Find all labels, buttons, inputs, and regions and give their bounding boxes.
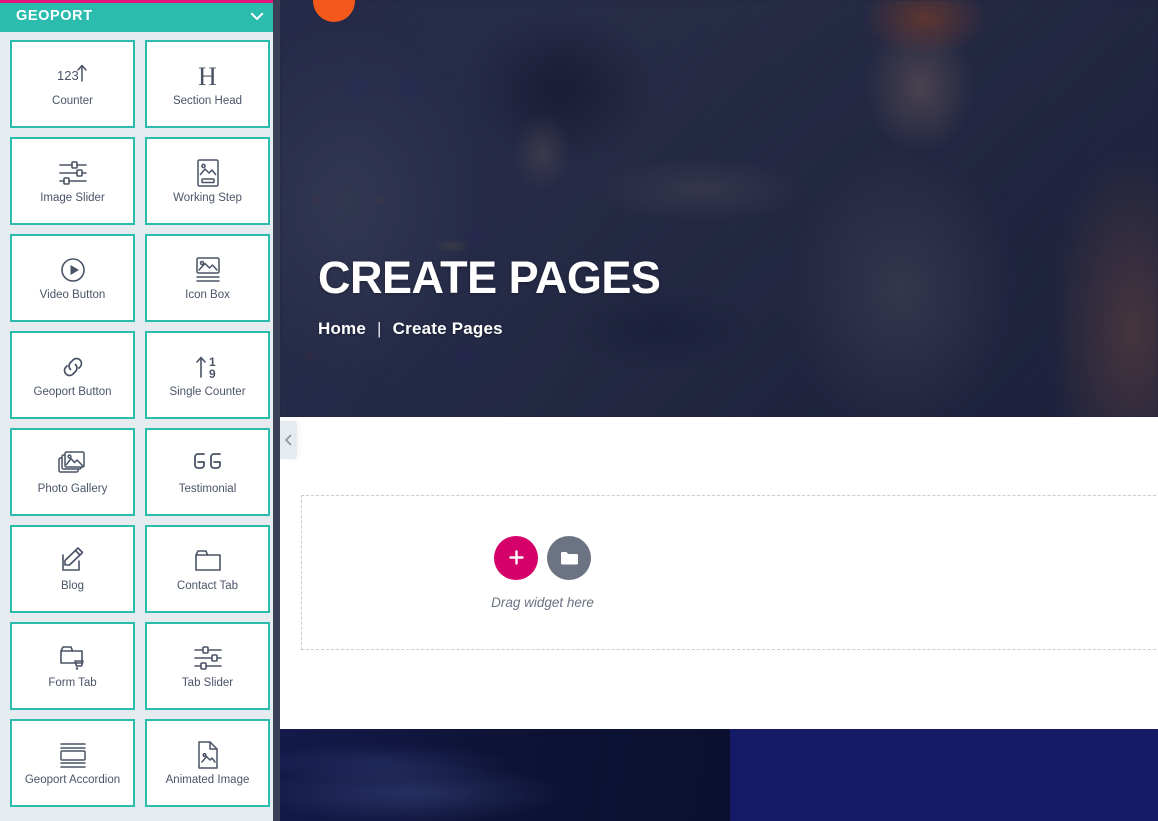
sliders-icon: [193, 641, 223, 675]
widget-tile-contact-tab[interactable]: Contact Tab: [145, 525, 270, 613]
widget-label: Icon Box: [185, 289, 230, 302]
document-image-icon: [195, 738, 221, 772]
folder-tab-icon: [193, 544, 223, 578]
panel-collapse-handle[interactable]: [280, 421, 297, 459]
widget-tile-tab-slider[interactable]: Tab Slider: [145, 622, 270, 710]
widget-label: Image Slider: [40, 192, 105, 205]
widget-tile-form-tab[interactable]: Form Tab: [10, 622, 135, 710]
breadcrumb-home[interactable]: Home: [318, 319, 366, 339]
accordion-lines-icon: [57, 738, 89, 772]
widget-label: Testimonial: [178, 483, 237, 496]
play-circle-icon: [58, 253, 88, 287]
page-canvas: CREATE PAGES Home | Create Pages Drag wi…: [280, 0, 1158, 821]
widget-tile-geoport-button[interactable]: Geoport Button: [10, 331, 135, 419]
widget-tile-geoport-accordion[interactable]: Geoport Accordion: [10, 719, 135, 807]
panel-header[interactable]: GEOPORT: [0, 0, 280, 32]
photo-stack-icon: [57, 447, 89, 481]
widget-label: Geoport Button: [33, 386, 112, 399]
widget-label: Section Head: [172, 95, 243, 108]
widget-tile-photo-gallery[interactable]: Photo Gallery: [10, 428, 135, 516]
widget-label: Contact Tab: [176, 580, 239, 593]
widget-list-scroll-area[interactable]: 123 Counter H Section Head Image Slider …: [0, 32, 273, 821]
svg-text:H: H: [198, 62, 217, 91]
widget-tile-counter[interactable]: 123 Counter: [10, 40, 135, 128]
widget-tile-working-step[interactable]: Working Step: [145, 137, 270, 225]
widget-label: Tab Slider: [181, 677, 234, 690]
svg-text:123: 123: [57, 68, 79, 83]
pencil-note-icon: [58, 544, 88, 578]
widget-grid: 123 Counter H Section Head Image Slider …: [0, 32, 273, 817]
link-chain-icon: [58, 350, 88, 384]
widget-panel-sidebar: GEOPORT 123 Counter H Section Head Image…: [0, 0, 280, 821]
widget-tile-icon-box[interactable]: Icon Box: [145, 234, 270, 322]
widget-label: Single Counter: [169, 386, 246, 399]
breadcrumb-separator: |: [377, 319, 382, 338]
breadcrumb-current: Create Pages: [392, 319, 503, 338]
hero-text-block: CREATE PAGES Home | Create Pages: [318, 252, 661, 339]
widget-tile-single-counter[interactable]: 1 9 Single Counter: [145, 331, 270, 419]
canvas-body: Drag widget here: [280, 417, 1158, 729]
add-template-button[interactable]: [547, 535, 591, 580]
arrow-up-19-icon: 1 9: [192, 350, 224, 384]
widget-dropzone[interactable]: Drag widget here: [301, 495, 1158, 650]
panel-title: GEOPORT: [16, 8, 93, 24]
heading-h-icon: H: [193, 59, 223, 93]
quote-marks-icon: [192, 447, 224, 481]
dropzone-actions: [494, 535, 591, 580]
image-card-icon: [195, 156, 221, 190]
svg-text:9: 9: [209, 367, 216, 381]
counter-123-arrow-icon: 123: [56, 59, 90, 93]
panel-scrollbar-rail[interactable]: [273, 0, 280, 821]
widget-label: Counter: [52, 95, 93, 108]
page-builder-app: GEOPORT 123 Counter H Section Head Image…: [0, 0, 1158, 821]
widget-tile-video-button[interactable]: Video Button: [10, 234, 135, 322]
widget-tile-animated-image[interactable]: Animated Image: [145, 719, 270, 807]
widget-label: Animated Image: [165, 774, 250, 787]
folder-icon: [560, 550, 579, 566]
dropzone-hint-text: Drag widget here: [491, 594, 594, 610]
add-section-button[interactable]: [494, 535, 538, 580]
footer-section[interactable]: [280, 729, 1158, 821]
hero-section[interactable]: CREATE PAGES Home | Create Pages: [280, 0, 1158, 417]
page-title: CREATE PAGES: [318, 252, 661, 303]
panel-top-accent-line: [0, 0, 280, 3]
footer-left-panel: [280, 729, 730, 821]
widget-label: Working Step: [173, 192, 242, 205]
widget-label: Blog: [60, 580, 85, 593]
widget-label: Photo Gallery: [37, 483, 108, 496]
folder-cart-icon: [58, 641, 88, 675]
plus-icon: [508, 549, 525, 566]
breadcrumb: Home | Create Pages: [318, 319, 660, 339]
widget-tile-testimonial[interactable]: Testimonial: [145, 428, 270, 516]
widget-tile-section-head[interactable]: H Section Head: [145, 40, 270, 128]
footer-right-panel: [730, 729, 1158, 821]
widget-label: Form Tab: [48, 677, 97, 690]
image-lines-icon: [193, 253, 223, 287]
hero-color-overlay: [280, 0, 1158, 417]
chevron-down-icon[interactable]: [248, 7, 266, 25]
widget-tile-image-slider[interactable]: Image Slider: [10, 137, 135, 225]
widget-label: Geoport Accordion: [24, 774, 121, 787]
chevron-left-icon: [284, 434, 293, 446]
widget-tile-blog[interactable]: Blog: [10, 525, 135, 613]
sliders-icon: [58, 156, 88, 190]
widget-label: Video Button: [39, 289, 106, 302]
